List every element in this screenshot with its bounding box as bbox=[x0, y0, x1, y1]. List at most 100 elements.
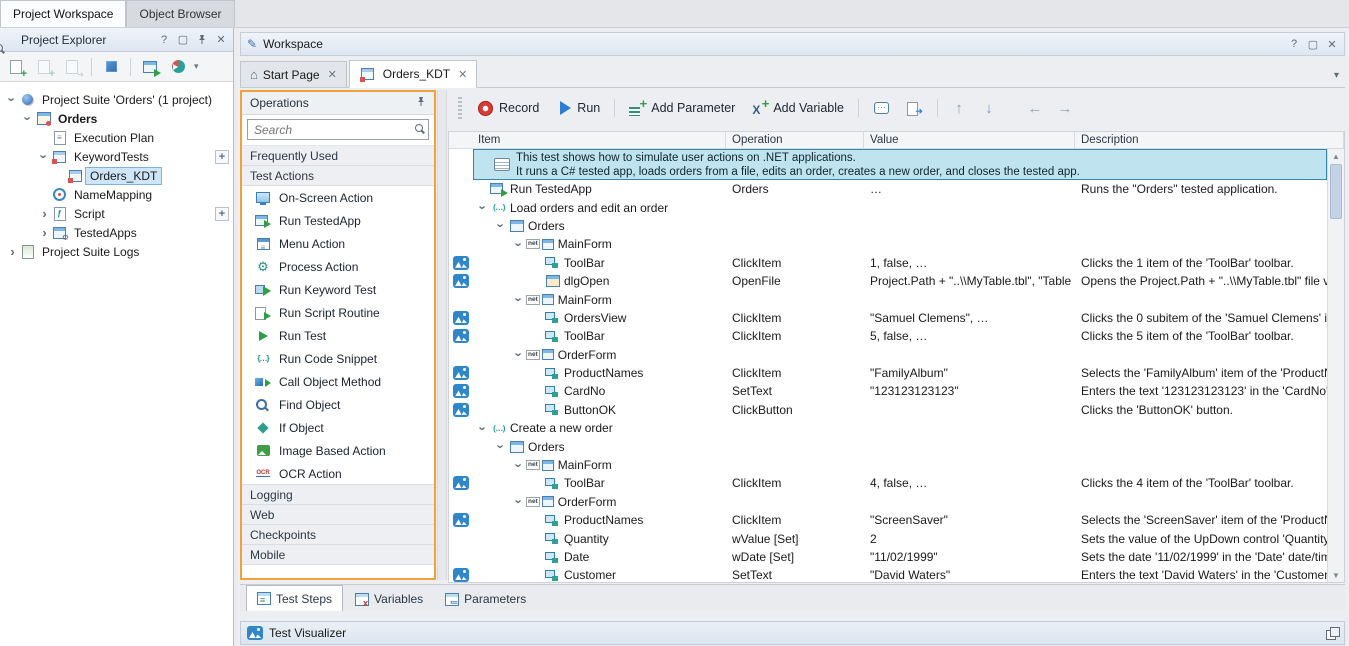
tab-object-browser[interactable]: Object Browser bbox=[126, 0, 234, 27]
tree-item-keywordtests[interactable]: KeywordTests+ bbox=[0, 147, 233, 166]
tab-list-dropdown-icon[interactable]: ▾ bbox=[1334, 70, 1345, 87]
help-icon[interactable]: ? bbox=[1288, 38, 1300, 50]
test-step-row-mainform[interactable]: MainForm bbox=[449, 290, 1327, 308]
tree-item-testedapps[interactable]: TestedApps bbox=[0, 223, 233, 242]
tree-item-execution-plan[interactable]: Execution Plan bbox=[0, 128, 233, 147]
operation-item-process-action[interactable]: Process Action bbox=[242, 255, 434, 278]
test-step-row-cardno[interactable]: CardNoSetText"123123123123"Enters the te… bbox=[449, 382, 1327, 400]
tree-item-namemapping[interactable]: NameMapping bbox=[0, 185, 233, 204]
row-caret-icon[interactable] bbox=[513, 493, 526, 511]
visualizer-thumbnail-icon[interactable] bbox=[453, 274, 469, 288]
close-tab-icon[interactable]: ✕ bbox=[458, 68, 467, 81]
expand-visualizer-icon[interactable] bbox=[1326, 627, 1338, 639]
operation-item-on-screen-action[interactable]: On-Screen Action bbox=[242, 186, 434, 209]
test-step-row-mainform[interactable]: MainForm bbox=[449, 235, 1327, 253]
test-step-row-mainform[interactable]: MainForm bbox=[449, 456, 1327, 474]
import-item-button[interactable] bbox=[60, 56, 84, 78]
test-step-row-date[interactable]: DatewDate [Set]"11/02/1999"Sets the date… bbox=[449, 548, 1327, 566]
record-button[interactable]: Record bbox=[472, 97, 544, 120]
tab-test-steps[interactable]: Test Steps bbox=[246, 585, 343, 611]
help-icon[interactable]: ? bbox=[158, 34, 170, 46]
pin-icon[interactable] bbox=[416, 96, 426, 110]
operation-item-if-object[interactable]: If Object bbox=[242, 416, 434, 439]
test-step-row-create-a-new-order[interactable]: Create a new order bbox=[449, 419, 1327, 437]
tree-item-project-suite-orders-1-project[interactable]: Project Suite 'Orders' (1 project) bbox=[0, 90, 233, 109]
visualizer-thumbnail-icon[interactable] bbox=[453, 476, 469, 490]
test-step-row-productnames[interactable]: ProductNamesClickItem"ScreenSaver"Select… bbox=[449, 511, 1327, 529]
scroll-up-icon[interactable]: ▲ bbox=[1328, 149, 1344, 163]
test-step-row-orders[interactable]: Orders bbox=[449, 217, 1327, 235]
column-header-value[interactable]: Value bbox=[864, 132, 1075, 148]
operations-category-test-actions[interactable]: Test Actions bbox=[242, 165, 434, 186]
visualizer-thumbnail-icon[interactable] bbox=[453, 384, 469, 398]
test-step-row-dlgopen[interactable]: dlgOpenOpenFileProject.Path + "..\\MyTab… bbox=[449, 272, 1327, 290]
close-icon[interactable]: ✕ bbox=[1326, 38, 1338, 50]
test-step-row-productnames[interactable]: ProductNamesClickItem"FamilyAlbum"Select… bbox=[449, 364, 1327, 382]
operation-item-menu-action[interactable]: Menu Action bbox=[242, 232, 434, 255]
tree-caret-icon[interactable] bbox=[38, 204, 51, 223]
tree-caret-icon[interactable] bbox=[38, 223, 51, 242]
test-step-row-quantity[interactable]: QuantitywValue [Set]2Sets the value of t… bbox=[449, 529, 1327, 547]
add-button[interactable]: + bbox=[215, 207, 229, 221]
row-caret-icon[interactable] bbox=[513, 290, 526, 308]
operations-category-frequently-used[interactable]: Frequently Used bbox=[242, 146, 434, 166]
test-step-row-orderform[interactable]: OrderForm bbox=[449, 346, 1327, 364]
operation-item-run-script-routine[interactable]: Run Script Routine bbox=[242, 301, 434, 324]
operation-item-image-based-action[interactable]: Image Based Action bbox=[242, 439, 434, 462]
outdent-button[interactable]: ← bbox=[1023, 97, 1047, 119]
visualizer-thumbnail-icon[interactable] bbox=[453, 329, 469, 343]
column-header-operation[interactable]: Operation bbox=[726, 132, 864, 148]
tree-caret-icon[interactable] bbox=[22, 109, 35, 128]
close-tab-icon[interactable]: ✕ bbox=[328, 68, 337, 81]
operations-category-checkpoints[interactable]: Checkpoints bbox=[242, 524, 434, 545]
maximize-icon[interactable]: ▢ bbox=[177, 34, 189, 46]
row-caret-icon[interactable] bbox=[477, 198, 490, 216]
indent-button[interactable]: → bbox=[1053, 97, 1077, 119]
visualizer-thumbnail-icon[interactable] bbox=[453, 256, 469, 270]
run-button[interactable]: Run bbox=[550, 97, 605, 120]
tab-project-workspace[interactable]: Project Workspace bbox=[0, 0, 126, 27]
operation-item-ocr-action[interactable]: OCR Action bbox=[242, 462, 434, 485]
move-down-button[interactable]: ↓ bbox=[977, 97, 1001, 119]
add-variable-button[interactable]: Add Variable bbox=[746, 97, 849, 120]
new-item-button[interactable] bbox=[4, 56, 28, 78]
search-input[interactable] bbox=[247, 119, 429, 140]
tab-variables[interactable]: Variables bbox=[345, 587, 433, 611]
operations-category-logging[interactable]: Logging bbox=[242, 484, 434, 505]
visualizer-thumbnail-icon[interactable] bbox=[453, 311, 469, 325]
operations-category-mobile[interactable]: Mobile bbox=[242, 544, 434, 565]
test-step-row-toolbar[interactable]: ToolBarClickItem5, false, …Clicks the 5 … bbox=[449, 327, 1327, 345]
add-parameter-button[interactable]: Add Parameter bbox=[624, 97, 740, 120]
tree-caret-icon[interactable] bbox=[6, 90, 19, 109]
scrollbar-thumb[interactable] bbox=[1330, 164, 1342, 219]
run-options-dropdown-icon[interactable]: ▾ bbox=[194, 61, 199, 72]
test-step-row-orderform[interactable]: OrderForm bbox=[449, 493, 1327, 511]
description-button[interactable] bbox=[901, 97, 928, 120]
test-step-row-buttonok[interactable]: ButtonOKClickButtonClicks the 'ButtonOK'… bbox=[449, 401, 1327, 419]
tree-item-project-suite-logs[interactable]: Project Suite Logs bbox=[0, 242, 233, 261]
tab-parameters[interactable]: Parameters bbox=[435, 587, 536, 611]
tree-item-script[interactable]: Script+ bbox=[0, 204, 233, 223]
pin-icon[interactable] bbox=[196, 34, 208, 46]
column-header-description[interactable]: Description bbox=[1075, 132, 1344, 148]
operation-item-call-object-method[interactable]: Call Object Method bbox=[242, 370, 434, 393]
row-caret-icon[interactable] bbox=[477, 419, 490, 437]
test-step-row-orders[interactable]: Orders bbox=[449, 437, 1327, 455]
tree-caret-icon[interactable] bbox=[6, 242, 19, 261]
test-step-row-run-testedapp[interactable]: Run TestedAppOrders…Runs the "Orders" te… bbox=[449, 180, 1327, 198]
move-up-button[interactable]: ↑ bbox=[947, 97, 971, 119]
row-caret-icon[interactable] bbox=[513, 456, 526, 474]
test-step-row-toolbar[interactable]: ToolBarClickItem4, false, …Clicks the 4 … bbox=[449, 474, 1327, 492]
scroll-down-icon[interactable]: ▼ bbox=[1328, 568, 1344, 582]
visualizer-thumbnail-icon[interactable] bbox=[453, 403, 469, 417]
panel-splitter[interactable] bbox=[437, 90, 447, 580]
run-project-button[interactable] bbox=[166, 56, 190, 78]
maximize-icon[interactable]: ▢ bbox=[1307, 38, 1319, 50]
visualizer-thumbnail-icon[interactable] bbox=[453, 366, 469, 380]
tree-item-orders-kdt[interactable]: Orders_KDT bbox=[0, 166, 233, 185]
comment-button[interactable] bbox=[868, 97, 895, 120]
comment-row[interactable]: This test shows how to simulate user act… bbox=[449, 149, 1327, 180]
toolbar-grip[interactable] bbox=[458, 97, 462, 119]
operations-category-web[interactable]: Web bbox=[242, 504, 434, 525]
operation-item-run-keyword-test[interactable]: Run Keyword Test bbox=[242, 278, 434, 301]
